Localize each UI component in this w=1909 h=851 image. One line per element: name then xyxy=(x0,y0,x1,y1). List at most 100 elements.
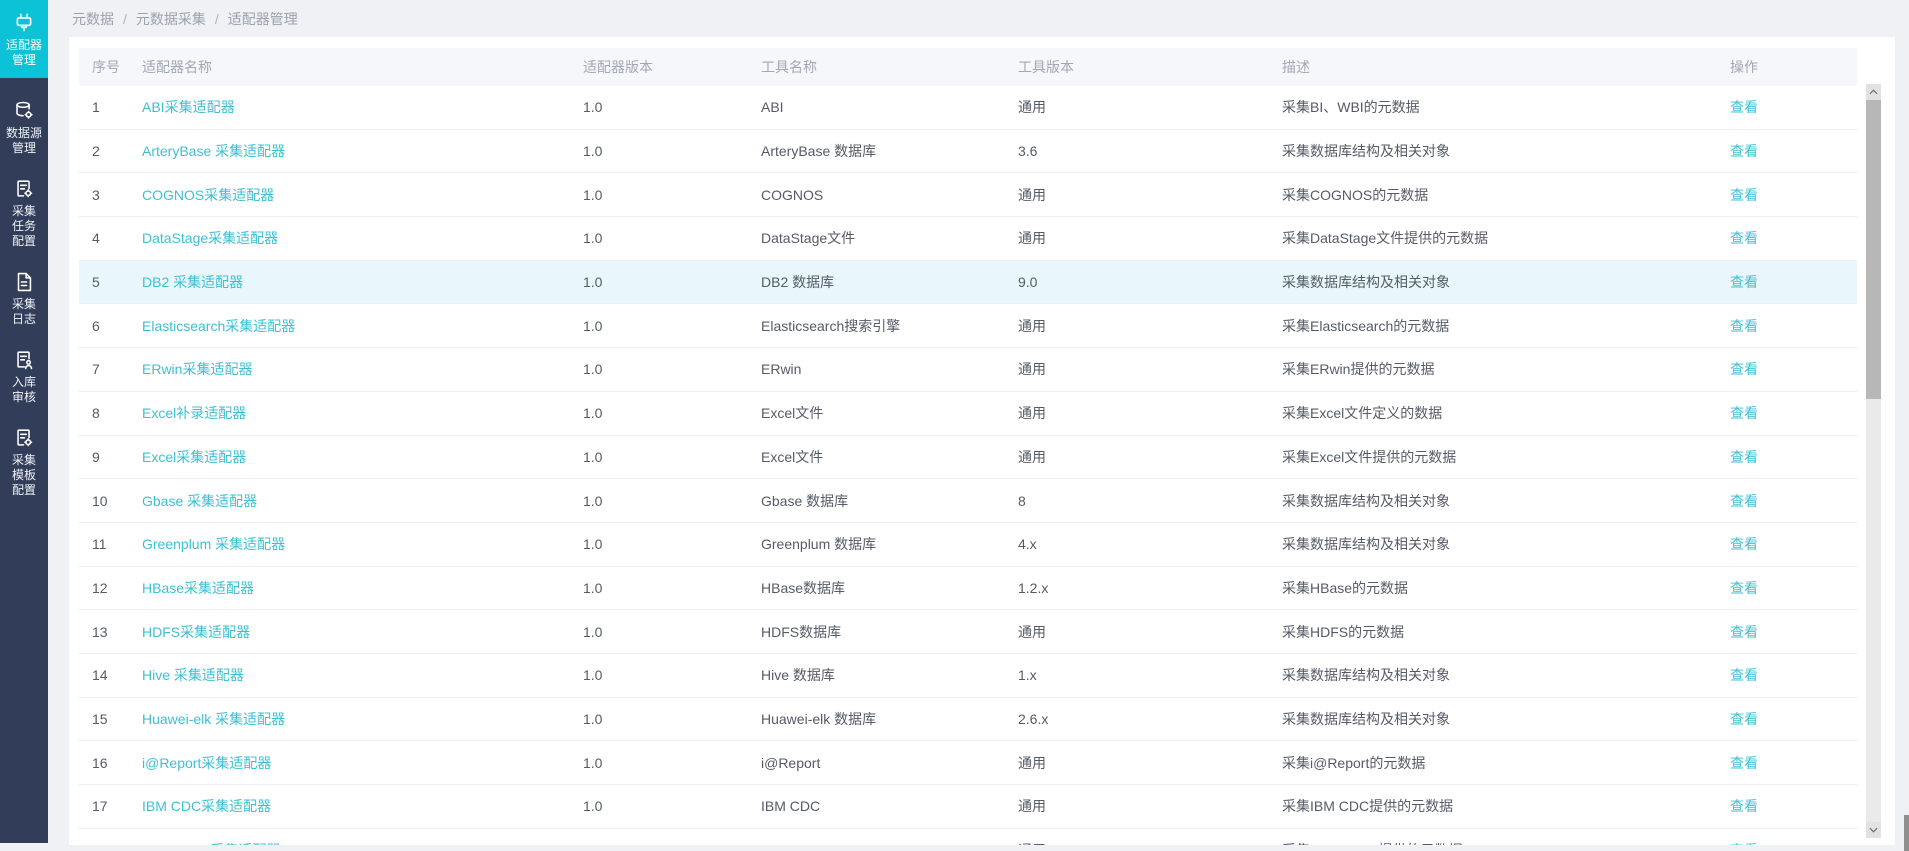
adapter-name-link[interactable]: DataStage采集适配器 xyxy=(142,230,278,246)
adapter-name-link[interactable]: Elasticsearch采集适配器 xyxy=(142,318,295,334)
description: 采集数据库结构及相关对象 xyxy=(1282,141,1730,161)
tool-name: Gbase 数据库 xyxy=(761,491,1018,511)
sidebar-item-collection-template-config[interactable]: 采集模板配置 xyxy=(0,427,48,498)
view-link[interactable]: 查看 xyxy=(1730,187,1758,203)
scroll-down-button[interactable] xyxy=(1866,822,1881,838)
adapter-version: 1.0 xyxy=(583,493,761,509)
tool-version: 3.6 xyxy=(1018,143,1282,159)
tool-name: COGNOS xyxy=(761,187,1018,203)
table-row: 12 HBase采集适配器 1.0 HBase数据库 1.2.x 采集HBase… xyxy=(79,567,1857,611)
adapter-version: 1.0 xyxy=(583,711,761,727)
table-row: 6 Elasticsearch采集适配器 1.0 Elasticsearch搜索… xyxy=(79,304,1857,348)
adapter-name-link[interactable]: HBase采集适配器 xyxy=(142,580,254,596)
sidebar-item-datasource-management[interactable]: 数据源管理 xyxy=(0,100,48,156)
table-row: 15 Huawei-elk 采集适配器 1.0 Huawei-elk 数据库 2… xyxy=(79,698,1857,742)
adapter-name-link[interactable]: IBM CDC采集适配器 xyxy=(142,798,271,814)
row-index: 7 xyxy=(79,361,142,377)
scroll-up-button[interactable] xyxy=(1866,84,1881,100)
adapter-name-link[interactable]: Gbase 采集适配器 xyxy=(142,493,257,509)
adapter-name-link[interactable]: DB2 采集适配器 xyxy=(142,274,243,290)
sidebar-item-label: 采集模板配置 xyxy=(12,453,36,498)
breadcrumb-metadata[interactable]: 元数据 xyxy=(72,9,114,29)
row-index: 17 xyxy=(79,798,142,814)
window-scrollbar-thumb[interactable] xyxy=(1904,815,1909,851)
view-link[interactable]: 查看 xyxy=(1730,536,1758,552)
sidebar-item-label: 采集日志 xyxy=(12,297,36,327)
tool-name: Excel文件 xyxy=(761,403,1018,423)
view-link[interactable]: 查看 xyxy=(1730,143,1758,159)
doc-icon xyxy=(13,271,35,293)
adapter-name-link[interactable]: Excel采集适配器 xyxy=(142,449,246,465)
breadcrumb-current-page: 适配器管理 xyxy=(228,9,298,29)
adapter-name-link[interactable]: ABI采集适配器 xyxy=(142,99,235,115)
view-link[interactable]: 查看 xyxy=(1730,274,1758,290)
tool-version: 通用 xyxy=(1018,622,1282,642)
tool-version: 通用 xyxy=(1018,840,1282,845)
view-link[interactable]: 查看 xyxy=(1730,624,1758,640)
tool-version: 2.6.x xyxy=(1018,711,1282,727)
description: 采集i@Report的元数据 xyxy=(1282,753,1730,773)
sidebar-item-collection-task-config[interactable]: 采集任务配置 xyxy=(0,178,48,249)
description: 采集数据库结构及相关对象 xyxy=(1282,709,1730,729)
table-row: 4 DataStage采集适配器 1.0 DataStage文件 通用 采集Da… xyxy=(79,217,1857,261)
sidebar-item-adapter-management[interactable]: 适配器管理 xyxy=(0,0,48,78)
view-link[interactable]: 查看 xyxy=(1730,493,1758,509)
column-header-tool-name: 工具名称 xyxy=(761,57,1018,77)
adapter-name-link[interactable]: COGNOS采集适配器 xyxy=(142,187,274,203)
adapter-name-link[interactable]: informatica采集适配器 xyxy=(142,842,280,845)
table-row: 10 Gbase 采集适配器 1.0 Gbase 数据库 8 采集数据库结构及相… xyxy=(79,479,1857,523)
tool-name: HBase数据库 xyxy=(761,578,1018,598)
table-body: 1 ABI采集适配器 1.0 ABI 通用 采集BI、WBI的元数据 查看 2 … xyxy=(79,86,1857,845)
view-link[interactable]: 查看 xyxy=(1730,405,1758,421)
adapter-name-link[interactable]: Hive 采集适配器 xyxy=(142,667,244,683)
description: 采集COGNOS的元数据 xyxy=(1282,185,1730,205)
adapter-version: 1.0 xyxy=(583,187,761,203)
adapter-version: 1.0 xyxy=(583,624,761,640)
tool-version: 通用 xyxy=(1018,753,1282,773)
tool-version: 8 xyxy=(1018,493,1282,509)
table-scrollbar[interactable] xyxy=(1866,84,1881,838)
table-header: 序号 适配器名称 适配器版本 工具名称 工具版本 描述 操作 xyxy=(79,48,1857,86)
view-link[interactable]: 查看 xyxy=(1730,842,1758,845)
description: 采集informatica提供的元数据 xyxy=(1282,840,1730,845)
view-link[interactable]: 查看 xyxy=(1730,99,1758,115)
row-index: 16 xyxy=(79,755,142,771)
adapter-name-link[interactable]: ERwin采集适配器 xyxy=(142,361,252,377)
tool-name: informatica xyxy=(761,842,1018,845)
breadcrumb-separator: / xyxy=(215,11,219,27)
sidebar-item-label: 数据源管理 xyxy=(6,126,42,156)
sidebar-item-warehouse-review[interactable]: 入库审核 xyxy=(0,349,48,405)
table-row: 9 Excel采集适配器 1.0 Excel文件 通用 采集Excel文件提供的… xyxy=(79,436,1857,480)
adapter-version: 1.0 xyxy=(583,842,761,845)
doc-user-icon xyxy=(13,349,35,371)
view-link[interactable]: 查看 xyxy=(1730,230,1758,246)
view-link[interactable]: 查看 xyxy=(1730,755,1758,771)
view-link[interactable]: 查看 xyxy=(1730,580,1758,596)
description: 采集BI、WBI的元数据 xyxy=(1282,97,1730,117)
table-row: 11 Greenplum 采集适配器 1.0 Greenplum 数据库 4.x… xyxy=(79,523,1857,567)
adapter-name-link[interactable]: ArteryBase 采集适配器 xyxy=(142,143,285,159)
tool-name: DB2 数据库 xyxy=(761,272,1018,292)
description: 采集数据库结构及相关对象 xyxy=(1282,665,1730,685)
view-link[interactable]: 查看 xyxy=(1730,798,1758,814)
adapter-name-link[interactable]: Greenplum 采集适配器 xyxy=(142,536,285,552)
adapter-name-link[interactable]: Excel补录适配器 xyxy=(142,405,246,421)
tool-name: Hive 数据库 xyxy=(761,665,1018,685)
table-row: 5 DB2 采集适配器 1.0 DB2 数据库 9.0 采集数据库结构及相关对象… xyxy=(79,261,1857,305)
view-link[interactable]: 查看 xyxy=(1730,361,1758,377)
breadcrumb-metadata-collection[interactable]: 元数据采集 xyxy=(136,9,206,29)
adapter-name-link[interactable]: HDFS采集适配器 xyxy=(142,624,250,640)
adapter-name-link[interactable]: i@Report采集适配器 xyxy=(142,755,271,771)
adapter-name-link[interactable]: Huawei-elk 采集适配器 xyxy=(142,711,285,727)
view-link[interactable]: 查看 xyxy=(1730,318,1758,334)
view-link[interactable]: 查看 xyxy=(1730,711,1758,727)
adapter-version: 1.0 xyxy=(583,798,761,814)
scrollbar-thumb[interactable] xyxy=(1866,100,1881,399)
description: 采集Elasticsearch的元数据 xyxy=(1282,316,1730,336)
sidebar-item-collection-log[interactable]: 采集日志 xyxy=(0,271,48,327)
view-link[interactable]: 查看 xyxy=(1730,449,1758,465)
adapter-version: 1.0 xyxy=(583,274,761,290)
tool-version: 通用 xyxy=(1018,228,1282,248)
view-link[interactable]: 查看 xyxy=(1730,667,1758,683)
row-index: 2 xyxy=(79,143,142,159)
